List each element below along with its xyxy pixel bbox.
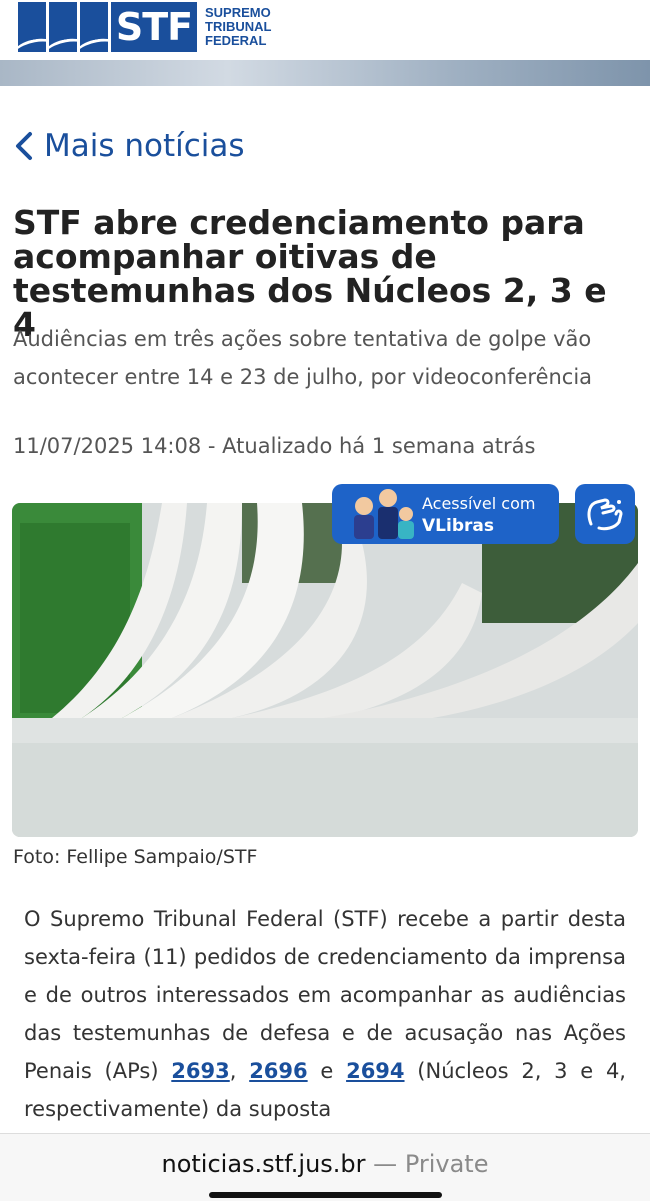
article-body: O Supremo Tribunal Federal (STF) recebe … <box>24 900 626 1128</box>
site-header: STF SUPREMO TRIBUNAL FEDERAL <box>0 0 650 60</box>
article-photo <box>12 503 638 837</box>
browser-url-bar[interactable]: noticias.stf.jus.br — Private <box>0 1150 650 1178</box>
private-mode-label: Private <box>404 1150 489 1178</box>
logo-columns-icon <box>18 2 108 52</box>
vlibras-accessibility-button[interactable]: Acessível com VLibras <box>332 484 559 544</box>
vlibras-line-2: VLibras <box>422 516 494 536</box>
ap-2696-link[interactable]: 2696 <box>249 1059 307 1083</box>
sign-language-hands-icon <box>587 498 623 531</box>
logo-line-1: SUPREMO <box>205 5 271 20</box>
logo-text: SUPREMO TRIBUNAL FEDERAL <box>205 6 271 48</box>
ap-2694-link[interactable]: 2694 <box>346 1059 404 1083</box>
back-to-news-link[interactable]: Mais notícias <box>14 128 245 164</box>
sign-language-button[interactable] <box>575 484 635 544</box>
photo-caption: Foto: Fellipe Sampaio/STF <box>13 846 258 868</box>
body-text-part1: O Supremo Tribunal Federal (STF) recebe … <box>24 907 626 1083</box>
ap-2693-link[interactable]: 2693 <box>171 1059 229 1083</box>
vlibras-line-1: Acessível com <box>422 494 536 513</box>
url-separator: — <box>365 1150 405 1178</box>
logo-line-3: FEDERAL <box>205 33 267 48</box>
logo-abbrev: STF <box>111 2 197 52</box>
url-host: noticias.stf.jus.br <box>161 1150 366 1178</box>
logo-line-2: TRIBUNAL <box>205 19 272 34</box>
back-link-label: Mais notícias <box>44 128 245 164</box>
body-separator-2: e <box>307 1059 347 1083</box>
chevron-left-icon <box>16 132 32 160</box>
article-subtitle: Audiências em três ações sobre tentativa… <box>13 327 593 389</box>
palace-columns-image <box>12 503 638 837</box>
home-indicator[interactable] <box>209 1192 442 1198</box>
article-date: 11/07/2025 14:08 - Atualizado há 1 seman… <box>13 434 536 458</box>
vlibras-avatars-icon <box>354 489 414 539</box>
stf-logo[interactable]: STF SUPREMO TRIBUNAL FEDERAL <box>18 2 271 52</box>
body-separator-1: , <box>229 1059 250 1083</box>
header-gradient-band <box>0 60 650 86</box>
